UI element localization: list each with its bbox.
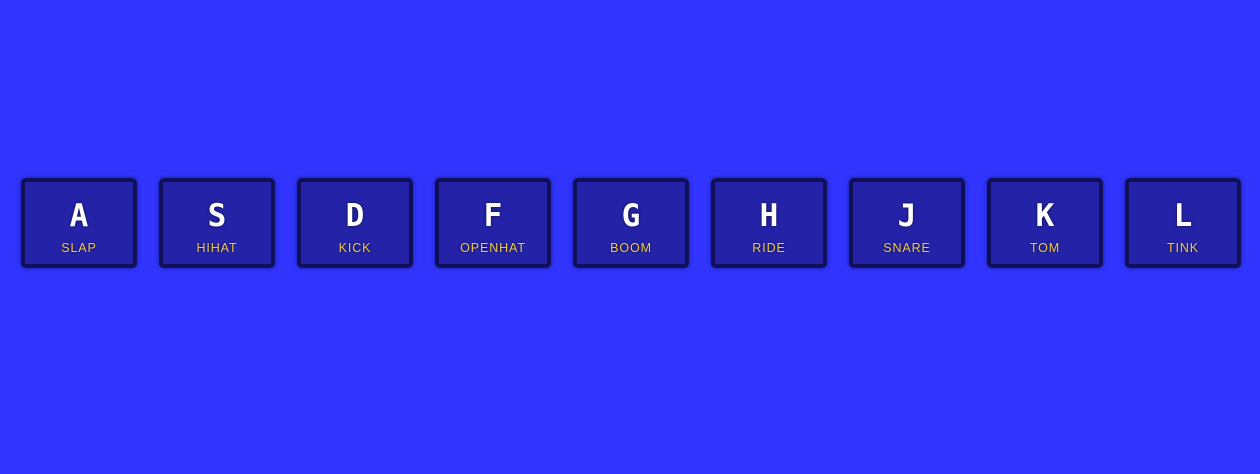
key-sound-label: TINK <box>1166 241 1200 255</box>
key-letter: F <box>483 198 503 234</box>
key-sound-label: TOM <box>1029 241 1061 255</box>
key-sound-label: OPENHAT <box>460 241 526 255</box>
key-letter: S <box>207 198 227 234</box>
drum-keys: A SLAP S HIHAT D KICK F OPENHAT G BOOM H… <box>21 178 1241 268</box>
drum-key-d[interactable]: D KICK <box>297 178 413 268</box>
drum-key-f[interactable]: F OPENHAT <box>435 178 551 268</box>
drum-key-g[interactable]: G BOOM <box>573 178 689 268</box>
key-letter: K <box>1035 198 1055 234</box>
key-sound-label: HIHAT <box>196 241 238 255</box>
key-sound-label: SLAP <box>61 241 97 255</box>
key-letter: J <box>897 198 917 234</box>
drum-key-a[interactable]: A SLAP <box>21 178 137 268</box>
key-sound-label: RIDE <box>752 241 786 255</box>
key-letter: L <box>1173 198 1193 234</box>
drum-key-s[interactable]: S HIHAT <box>159 178 275 268</box>
key-sound-label: BOOM <box>610 241 652 255</box>
key-letter: D <box>345 198 365 234</box>
key-letter: A <box>69 198 89 234</box>
drum-key-l[interactable]: L TINK <box>1125 178 1241 268</box>
key-sound-label: SNARE <box>883 241 931 255</box>
key-letter: H <box>759 198 779 234</box>
drum-key-k[interactable]: K TOM <box>987 178 1103 268</box>
drum-key-j[interactable]: J SNARE <box>849 178 965 268</box>
key-sound-label: KICK <box>338 241 372 255</box>
key-letter: G <box>621 198 641 234</box>
drum-key-h[interactable]: H RIDE <box>711 178 827 268</box>
